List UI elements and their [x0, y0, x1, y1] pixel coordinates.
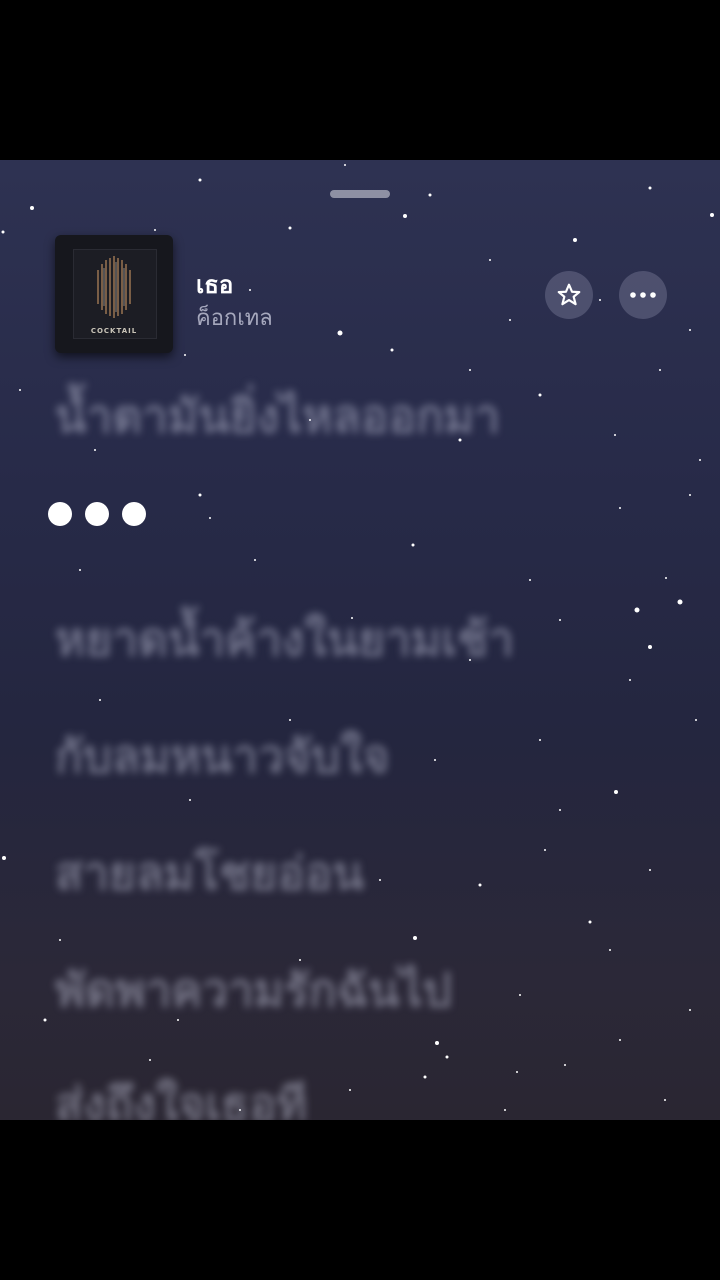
track-title[interactable]: เธอ: [196, 265, 233, 304]
lyric-line[interactable]: หยาดน้ำค้างในยามเช้า: [55, 603, 514, 676]
indicator-dot: [122, 502, 146, 526]
artwork-graphic: [97, 256, 131, 318]
instrumental-indicator: [48, 502, 146, 526]
lyrics-screen: น้ำตามันยิ่งไหลออกมา หยาดน้ำค้างในยามเช้…: [0, 160, 720, 1120]
lyric-line[interactable]: ส่งถึงใจเธอที: [55, 1068, 307, 1120]
lyric-line[interactable]: กับลมหนาวจับใจ: [55, 720, 390, 793]
indicator-dot: [48, 502, 72, 526]
track-artist[interactable]: ค็อกเทล: [196, 300, 273, 335]
now-playing-header: COCKTAIL เธอ ค็อกเทล: [0, 160, 720, 360]
ellipsis-icon: [630, 292, 656, 298]
artwork-label: COCKTAIL: [90, 327, 138, 335]
album-artwork[interactable]: COCKTAIL: [55, 235, 173, 353]
sheet-grabber-handle[interactable]: [330, 190, 390, 198]
indicator-dot: [85, 502, 109, 526]
star-icon: [557, 283, 581, 306]
lyric-line[interactable]: สายลมโชยอ่อน: [55, 837, 364, 910]
more-options-button[interactable]: [619, 271, 667, 319]
favorite-button[interactable]: [545, 271, 593, 319]
lyric-line[interactable]: พัดพาความรักฉันไป: [55, 954, 452, 1027]
lyric-line-previous[interactable]: น้ำตามันยิ่งไหลออกมา: [55, 380, 500, 453]
artwork-frame: [73, 249, 157, 339]
